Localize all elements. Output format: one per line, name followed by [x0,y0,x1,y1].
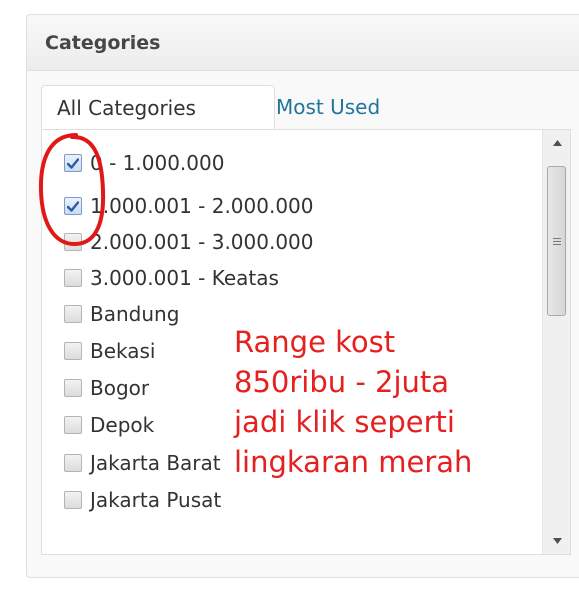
category-item[interactable]: Jakarta Barat [64,448,221,478]
scrollbar[interactable] [542,130,570,554]
category-label: Bogor [90,376,150,400]
category-label: 2.000.001 - 3.000.000 [90,230,314,254]
category-label: Jakarta Barat [90,451,221,475]
category-item[interactable]: Bekasi [64,336,156,366]
tab-all-categories[interactable]: All Categories [41,85,275,129]
category-checkbox[interactable] [64,342,82,360]
tab-most-used[interactable]: Most Used [276,85,380,129]
grip-icon [552,237,561,245]
category-label: Jakarta Pusat [90,488,222,512]
category-checkbox[interactable] [64,416,82,434]
category-item[interactable]: Bandung [64,299,179,329]
category-label: 3.000.001 - Keatas [90,266,279,290]
category-checkbox[interactable] [64,305,82,323]
panel-title: Categories [45,31,161,54]
category-label: Bandung [90,302,180,326]
annotation-line: Range kost [234,325,396,359]
tab-most-used-label: Most Used [276,95,381,119]
chevron-down-icon[interactable] [543,530,570,552]
annotation-line: 850ribu - 2juta [234,365,450,399]
tab-all-categories-label: All Categories [57,95,196,120]
annotation-note: Range kost 850ribu - 2juta jadi klik sep… [234,322,534,482]
category-checkbox[interactable] [64,491,82,509]
category-item[interactable]: Depok [64,410,154,440]
category-item[interactable]: Jakarta Pusat [64,485,221,515]
category-checkbox[interactable] [64,379,82,397]
category-label: 0 - 1.000.000 [90,151,225,175]
category-label: Depok [90,413,155,437]
annotation-line: lingkaran merah [234,445,473,479]
category-checkbox[interactable] [64,269,82,287]
category-checkbox[interactable] [64,454,82,472]
annotation-line: jadi klik seperti [234,405,455,439]
panel-header[interactable]: Categories [27,15,579,71]
category-label: Bekasi [90,339,156,363]
scrollbar-thumb[interactable] [547,166,566,316]
categories-panel: Categories All Categories Most Used 0 - … [26,14,579,578]
category-item[interactable]: 3.000.001 - Keatas [64,263,279,293]
category-item[interactable]: Bogor [64,373,149,403]
chevron-up-icon[interactable] [543,132,570,154]
category-label: 1.000.001 - 2.000.000 [90,194,314,218]
highlight-circle [38,133,106,247]
